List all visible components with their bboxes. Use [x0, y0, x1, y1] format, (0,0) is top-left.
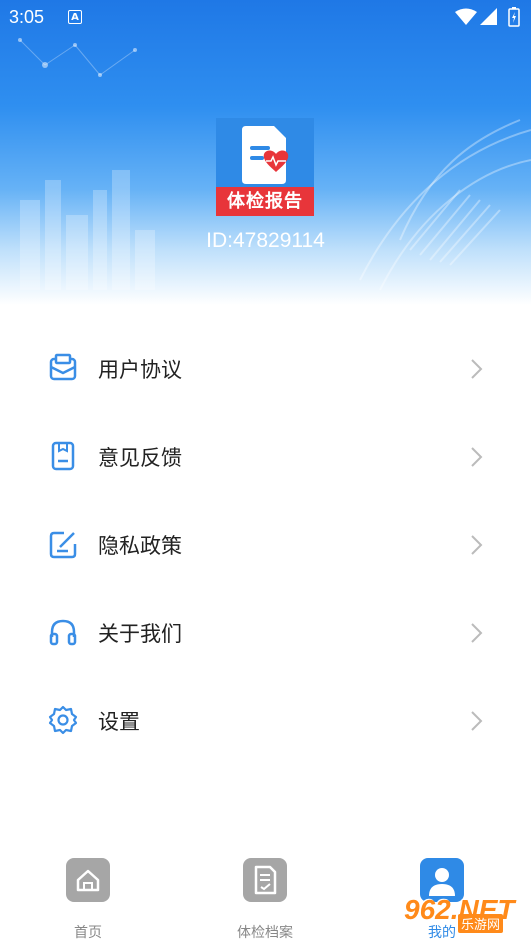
- report-icon: [242, 126, 289, 184]
- menu-item-privacy-policy[interactable]: 隐私政策: [0, 501, 531, 589]
- chevron-right-icon: [471, 623, 483, 643]
- menu-item-feedback[interactable]: 意见反馈: [0, 413, 531, 501]
- wifi-icon: [455, 8, 477, 25]
- watermark-subtext: 乐游网: [458, 914, 504, 933]
- menu-item-about-us[interactable]: 关于我们: [0, 589, 531, 677]
- headphones-icon: [49, 619, 77, 646]
- battery-icon: [508, 7, 520, 27]
- chevron-right-icon: [471, 535, 483, 555]
- chevron-right-icon: [471, 711, 483, 731]
- signal-icon: [480, 8, 497, 25]
- document-icon: [243, 858, 287, 902]
- tab-label: 首页: [74, 925, 102, 941]
- notification-icon: A: [68, 10, 82, 24]
- gear-icon: [48, 705, 78, 735]
- menu-label: 用户协议: [98, 358, 182, 382]
- status-bar: 3:05 A: [0, 0, 531, 36]
- tab-exam-records[interactable]: 体检档案: [205, 858, 325, 941]
- menu-label: 隐私政策: [98, 534, 182, 558]
- feedback-icon: [51, 441, 75, 471]
- user-id: ID:47829114: [206, 229, 325, 252]
- menu-item-settings[interactable]: 设置: [0, 677, 531, 765]
- tab-label: 体检档案: [237, 925, 293, 941]
- menu-label: 设置: [98, 710, 140, 734]
- menu-label: 关于我们: [98, 622, 182, 646]
- profile-header: 3:05 A 体检报告 ID:47829114: [0, 0, 531, 305]
- logo-banner: 体检报告: [216, 187, 314, 216]
- chevron-right-icon: [471, 447, 483, 467]
- menu-item-user-agreement[interactable]: 用户协议: [0, 325, 531, 413]
- menu-label: 意见反馈: [98, 446, 182, 470]
- home-icon: [66, 858, 110, 902]
- status-time: 3:05: [9, 7, 45, 27]
- chevron-right-icon: [471, 359, 483, 379]
- tab-home[interactable]: 首页: [28, 858, 148, 941]
- app-logo: 体检报告: [216, 118, 314, 216]
- mail-icon: [49, 353, 77, 381]
- edit-icon: [49, 531, 77, 559]
- watermark-logo: 962.NET 乐游网: [396, 890, 526, 940]
